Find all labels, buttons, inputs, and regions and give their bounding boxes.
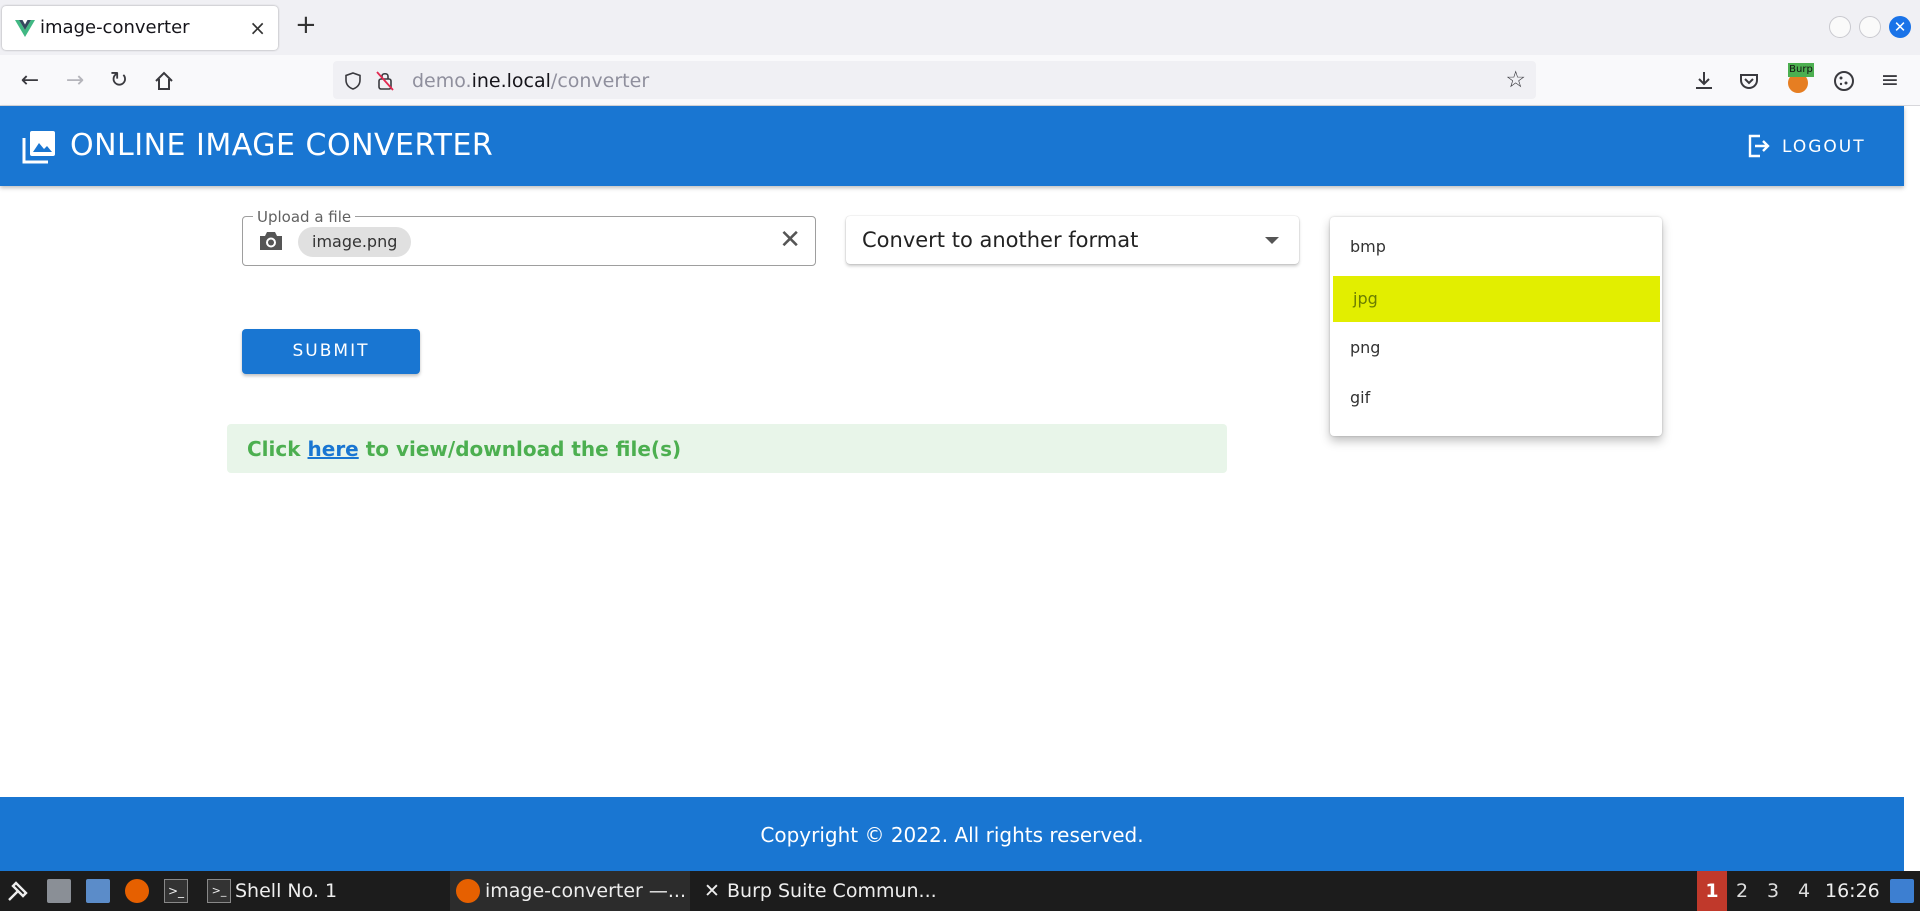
logout-icon bbox=[1748, 134, 1770, 158]
shell-window-icon: >_ bbox=[207, 879, 231, 903]
app-footer: Copyright © 2022. All rights reserved. bbox=[0, 797, 1904, 871]
download-alert: Click here to view/download the file(s) bbox=[227, 424, 1227, 473]
firefox-icon[interactable] bbox=[125, 879, 149, 903]
new-tab-button[interactable]: + bbox=[295, 12, 317, 38]
text-editor-icon[interactable] bbox=[86, 879, 110, 903]
minimize-window-button[interactable] bbox=[1829, 16, 1851, 38]
app-header: ONLINE IMAGE CONVERTER LOGOUT bbox=[0, 106, 1904, 186]
format-option-bmp[interactable]: bmp bbox=[1330, 224, 1662, 270]
terminal-icon[interactable]: >_ bbox=[164, 879, 188, 903]
format-option-png[interactable]: png bbox=[1330, 325, 1662, 371]
format-option-gif[interactable]: gif bbox=[1330, 375, 1662, 421]
app-menu-icon[interactable] bbox=[6, 879, 30, 903]
image-gallery-icon bbox=[22, 131, 55, 164]
firefox-window-label: image-converter —... bbox=[485, 880, 687, 902]
home-icon[interactable] bbox=[150, 67, 178, 95]
format-option-jpg[interactable]: jpg bbox=[1333, 276, 1660, 322]
notification-icon[interactable] bbox=[1890, 879, 1914, 903]
url-bar[interactable]: demo.ine.local/converter ☆ bbox=[333, 61, 1536, 99]
firefox-window-icon bbox=[456, 879, 480, 903]
os-taskbar: >_ >_ Shell No. 1 image-converter —... ✕… bbox=[0, 871, 1920, 911]
cookie-icon[interactable] bbox=[1830, 67, 1858, 95]
url-text: demo.ine.local/converter bbox=[412, 70, 650, 92]
shell-window-label: Shell No. 1 bbox=[235, 880, 338, 902]
burp-window-label: Burp Suite Commun... bbox=[727, 880, 937, 902]
workspace-3[interactable]: 3 bbox=[1758, 871, 1788, 911]
workspace-1[interactable]: 1 bbox=[1697, 871, 1727, 911]
close-window-button[interactable]: ✕ bbox=[1889, 16, 1911, 38]
burp-window-icon: ✕ bbox=[704, 880, 720, 902]
file-chip[interactable]: image.png bbox=[298, 227, 412, 257]
browser-tab[interactable]: image-converter × bbox=[2, 6, 278, 50]
back-arrow-icon[interactable]: ← bbox=[16, 67, 44, 95]
here-link[interactable]: here bbox=[308, 437, 359, 461]
alert-text: Click here to view/download the file(s) bbox=[247, 437, 682, 461]
bookmark-star-icon[interactable]: ☆ bbox=[1505, 67, 1526, 93]
copyright-text: Copyright © 2022. All rights reserved. bbox=[760, 823, 1144, 847]
browser-nav-bar: ← → ↻ demo.ine.local/converter ☆ Burp ≡ bbox=[0, 55, 1920, 106]
tab-close-icon[interactable]: × bbox=[249, 16, 266, 40]
app-title: ONLINE IMAGE CONVERTER bbox=[70, 128, 494, 163]
tab-title: image-converter bbox=[40, 17, 190, 38]
downloads-icon[interactable] bbox=[1690, 67, 1718, 95]
file-upload-field[interactable]: Upload a file image.png ✕ bbox=[242, 208, 816, 266]
format-dropdown-menu: bmp jpg png gif bbox=[1330, 217, 1662, 436]
logout-label: LOGOUT bbox=[1782, 137, 1866, 157]
vue-favicon-icon bbox=[15, 20, 35, 37]
workspace-2[interactable]: 2 bbox=[1727, 871, 1757, 911]
shield-icon[interactable] bbox=[343, 71, 363, 91]
browser-tab-strip: image-converter × + ✕ bbox=[0, 0, 1920, 55]
submit-button[interactable]: SUBMIT bbox=[242, 329, 420, 374]
insecure-lock-icon[interactable] bbox=[375, 70, 395, 92]
upload-label: Upload a file bbox=[253, 208, 356, 226]
file-manager-icon[interactable] bbox=[47, 879, 71, 903]
workspace-4[interactable]: 4 bbox=[1789, 871, 1819, 911]
taskbar-burp-window[interactable]: ✕ Burp Suite Commun... bbox=[700, 871, 940, 911]
clock: 16:26 bbox=[1825, 880, 1880, 902]
burp-extension-icon[interactable]: Burp bbox=[1782, 63, 1814, 95]
clear-file-icon[interactable]: ✕ bbox=[779, 225, 801, 255]
caret-down-icon bbox=[1265, 237, 1279, 244]
reload-icon[interactable]: ↻ bbox=[105, 67, 133, 95]
menu-hamburger-icon[interactable]: ≡ bbox=[1876, 67, 1904, 95]
pocket-icon[interactable] bbox=[1735, 67, 1763, 95]
maximize-window-button[interactable] bbox=[1859, 16, 1881, 38]
format-select[interactable]: Convert to another format bbox=[846, 216, 1299, 264]
format-select-text: Convert to another format bbox=[862, 228, 1139, 252]
taskbar-shell-window[interactable]: >_ Shell No. 1 bbox=[205, 871, 445, 911]
forward-arrow-icon[interactable]: → bbox=[61, 67, 89, 95]
taskbar-firefox-window[interactable]: image-converter —... bbox=[450, 871, 690, 911]
camera-icon[interactable] bbox=[258, 229, 284, 253]
